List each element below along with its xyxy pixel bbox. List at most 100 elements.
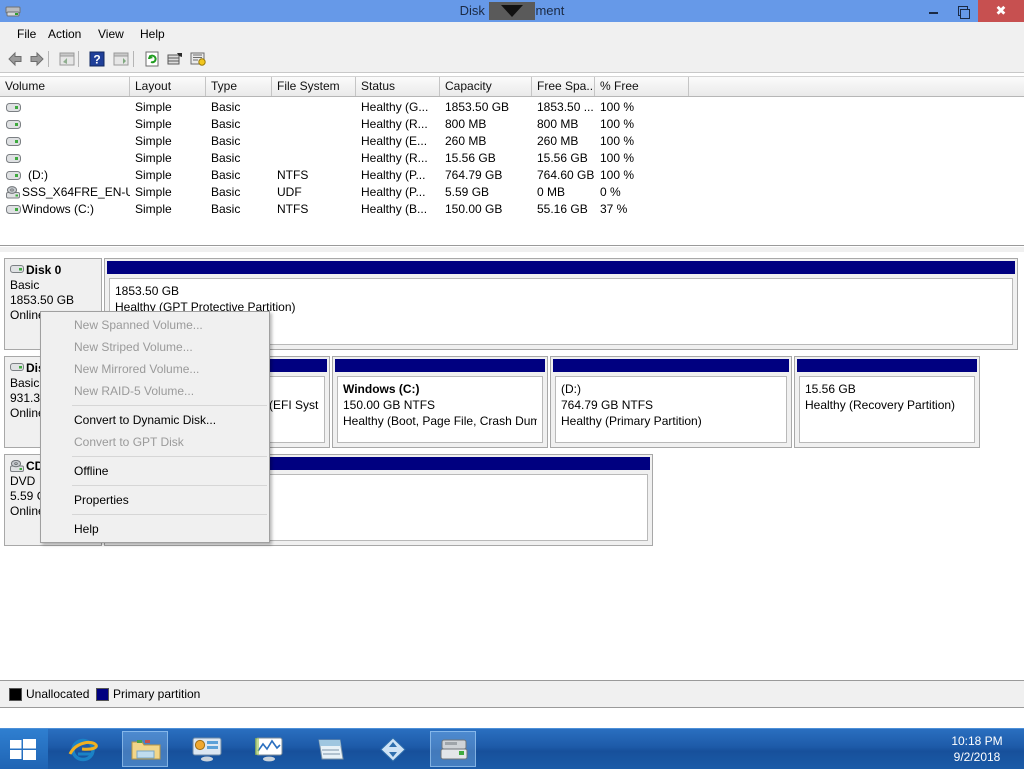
- taskbar-clock[interactable]: 10:18 PM 9/2/2018: [938, 733, 1016, 765]
- question-mark-icon[interactable]: ?: [88, 50, 106, 68]
- close-button[interactable]: ✖: [978, 0, 1024, 22]
- cell-status: Healthy (B...: [361, 202, 428, 216]
- cursor-artifact: [489, 2, 535, 20]
- cell-free-space: 260 MB: [537, 134, 579, 148]
- cell-free-space: 1853.50 ...: [537, 100, 594, 114]
- partition-color-bar: [553, 359, 789, 372]
- ctx-convert-dynamic-disk[interactable]: Convert to Dynamic Disk...: [41, 409, 269, 431]
- cell-layout: Simple: [135, 202, 172, 216]
- column-header-type[interactable]: Type: [206, 77, 272, 96]
- menu-view[interactable]: View: [89, 22, 133, 46]
- taskbar-notepad[interactable]: [308, 731, 354, 767]
- column-header-status[interactable]: Status: [356, 77, 440, 96]
- disk-management-window: Disk Management ✖ File Action View Help: [0, 0, 1024, 769]
- disk-size-0: 1853.50 GB: [10, 293, 75, 307]
- back-arrow-icon[interactable]: [6, 50, 24, 68]
- menu-help[interactable]: Help: [131, 22, 174, 46]
- partition-label: (D:): [561, 382, 581, 396]
- partition-size: 150.00 GB NTFS: [343, 398, 436, 412]
- vm-tools-icon: [380, 737, 406, 762]
- column-header-file-system[interactable]: File System: [272, 77, 356, 96]
- cell-type: Basic: [211, 151, 241, 165]
- ctx-properties[interactable]: Properties: [41, 489, 269, 511]
- context-menu-separator: [72, 456, 267, 457]
- ctx-offline[interactable]: Offline: [41, 460, 269, 482]
- menu-bar: File Action View Help: [0, 22, 1024, 47]
- column-header-layout[interactable]: Layout: [130, 77, 206, 96]
- start-button[interactable]: [0, 729, 48, 769]
- ctx-help[interactable]: Help: [41, 518, 269, 540]
- cell-layout: Simple: [135, 168, 172, 182]
- ctx-new-striped-volume[interactable]: New Striped Volume...: [41, 336, 269, 358]
- restore-button[interactable]: [948, 0, 978, 22]
- hard-disk-volume-icon: [6, 120, 21, 129]
- cell-free-space: 15.56 GB: [537, 151, 588, 165]
- toolbar-separator: [78, 51, 79, 67]
- menu-action[interactable]: Action: [39, 22, 90, 46]
- table-row[interactable]: Simple Basic Healthy (R... 800 MB 800 MB…: [0, 116, 1024, 133]
- partition-color-bar: [335, 359, 545, 372]
- cell-free-space: 764.60 GB: [537, 168, 595, 182]
- table-row[interactable]: SSS_X64FRE_EN-U... Simple Basic UDF Heal…: [0, 184, 1024, 201]
- ctx-convert-gpt-disk[interactable]: Convert to GPT Disk: [41, 431, 269, 453]
- column-header-volume[interactable]: Volume: [0, 77, 130, 96]
- part-disk1-recovery[interactable]: 15.56 GB Healthy (Recovery Partition): [794, 356, 980, 448]
- partition-color-bar: [797, 359, 977, 372]
- cell-status: Healthy (P...: [361, 168, 426, 182]
- cell-type: Basic: [211, 100, 241, 114]
- taskbar-disk-management[interactable]: [430, 731, 476, 767]
- table-row[interactable]: Windows (C:) Simple Basic NTFS Healthy (…: [0, 201, 1024, 218]
- part-disk1-windows-c[interactable]: Windows (C:) 150.00 GB NTFS Healthy (Boo…: [332, 356, 548, 448]
- cell-status: Healthy (P...: [361, 185, 426, 199]
- table-row[interactable]: Simple Basic Healthy (E... 260 MB 260 MB…: [0, 133, 1024, 150]
- cell-layout: Simple: [135, 100, 172, 114]
- hard-disk-volume-icon: [6, 171, 21, 180]
- partition-status: Healthy (Recovery Partition): [805, 398, 956, 412]
- close-icon: ✖: [995, 3, 1007, 18]
- cell-volume: [28, 150, 128, 167]
- properties-icon[interactable]: [166, 50, 184, 68]
- column-header-free-space[interactable]: Free Spa...: [532, 77, 595, 96]
- cell-capacity: 150.00 GB: [445, 202, 503, 216]
- cell-type: Basic: [211, 168, 241, 182]
- cell-file-system: [277, 133, 355, 150]
- part-disk1-data-d[interactable]: (D:) 764.79 GB NTFS Healthy (Primary Par…: [550, 356, 792, 448]
- internet-explorer-icon: [68, 738, 98, 762]
- title-bar[interactable]: Disk Management ✖: [0, 0, 1024, 23]
- toolbar-separator: [48, 51, 49, 67]
- column-header-filler: [689, 77, 1024, 96]
- minimize-icon: [929, 12, 938, 14]
- table-row[interactable]: Simple Basic Healthy (R... 15.56 GB 15.5…: [0, 150, 1024, 167]
- ctx-new-spanned-volume[interactable]: New Spanned Volume...: [41, 314, 269, 336]
- taskbar-vm-tools[interactable]: [370, 731, 416, 767]
- rescan-disks-icon[interactable]: [189, 50, 207, 68]
- cell-volume: [28, 116, 128, 133]
- cell-type: Basic: [211, 185, 241, 199]
- column-header-percent-free[interactable]: % Free: [595, 77, 689, 96]
- table-row[interactable]: Simple Basic Healthy (G... 1853.50 GB 18…: [0, 99, 1024, 116]
- ctx-new-raid5-volume[interactable]: New RAID-5 Volume...: [41, 380, 269, 402]
- cell-type: Basic: [211, 117, 241, 131]
- table-row[interactable]: (D:) Simple Basic NTFS Healthy (P... 764…: [0, 167, 1024, 184]
- windows-logo-icon: [10, 739, 36, 760]
- legend-bar: Unallocated Primary partition: [0, 680, 1024, 708]
- ctx-new-mirrored-volume[interactable]: New Mirrored Volume...: [41, 358, 269, 380]
- console-tree-icon: [113, 52, 129, 66]
- taskbar-control-panel[interactable]: [184, 731, 230, 767]
- cell-status: Healthy (E...: [361, 134, 428, 148]
- hard-disk-volume-icon: [6, 103, 21, 112]
- refresh-icon[interactable]: [143, 50, 161, 68]
- taskbar-performance-monitor[interactable]: [246, 731, 292, 767]
- cell-type: Basic: [211, 134, 241, 148]
- forward-arrow-icon[interactable]: [28, 50, 46, 68]
- context-menu-separator: [72, 485, 267, 486]
- minimize-button[interactable]: [918, 0, 948, 22]
- taskbar-internet-explorer[interactable]: [60, 731, 106, 767]
- up-folder-icon: [59, 52, 75, 66]
- disk-type-0: Basic: [10, 278, 40, 292]
- column-header-capacity[interactable]: Capacity: [440, 77, 532, 96]
- cell-percent-free: 37 %: [600, 202, 628, 216]
- partition-size: 1853.50 GB: [115, 284, 180, 298]
- legend-swatch-unallocated: [9, 688, 22, 701]
- taskbar-file-explorer[interactable]: [122, 731, 168, 767]
